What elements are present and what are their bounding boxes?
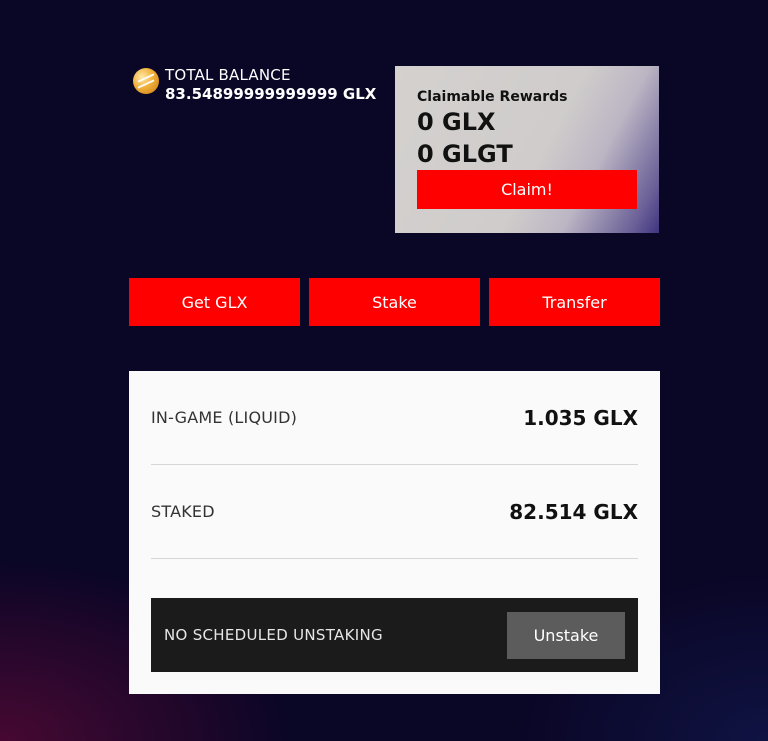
claimable-rewards-card: Claimable Rewards 0 GLX 0 GLGT Claim! <box>395 66 659 233</box>
staked-row: STAKED 82.514 GLX <box>151 465 638 559</box>
transfer-button[interactable]: Transfer <box>489 278 660 326</box>
unstake-button[interactable]: Unstake <box>507 611 625 659</box>
claim-title: Claimable Rewards <box>417 89 568 105</box>
stake-button[interactable]: Stake <box>309 278 480 326</box>
staked-value: 82.514 GLX <box>509 499 638 524</box>
get-glx-button[interactable]: Get GLX <box>129 278 300 326</box>
staked-label: STAKED <box>151 502 215 521</box>
balance-breakdown-panel: IN-GAME (LIQUID) 1.035 GLX STAKED 82.514… <box>129 371 660 694</box>
total-balance: TOTAL BALANCE 83.54899999999999 GLX <box>133 66 376 104</box>
balance-value: 83.54899999999999 GLX <box>165 85 377 103</box>
unstaking-status-bar: NO SCHEDULED UNSTAKING Unstake <box>151 598 638 672</box>
in-game-row: IN-GAME (LIQUID) 1.035 GLX <box>151 371 638 465</box>
glx-coin-icon <box>133 68 159 94</box>
action-buttons: Get GLX Stake Transfer <box>129 278 660 326</box>
in-game-value: 1.035 GLX <box>523 405 638 430</box>
claim-glgt-amount: 0 GLGT <box>417 140 513 168</box>
in-game-label: IN-GAME (LIQUID) <box>151 408 298 427</box>
balance-text: TOTAL BALANCE 83.54899999999999 GLX <box>165 66 376 104</box>
claim-button[interactable]: Claim! <box>417 170 637 209</box>
balance-label: TOTAL BALANCE <box>165 66 291 84</box>
claim-glx-amount: 0 GLX <box>417 108 496 136</box>
unstaking-status-label: NO SCHEDULED UNSTAKING <box>164 626 383 644</box>
